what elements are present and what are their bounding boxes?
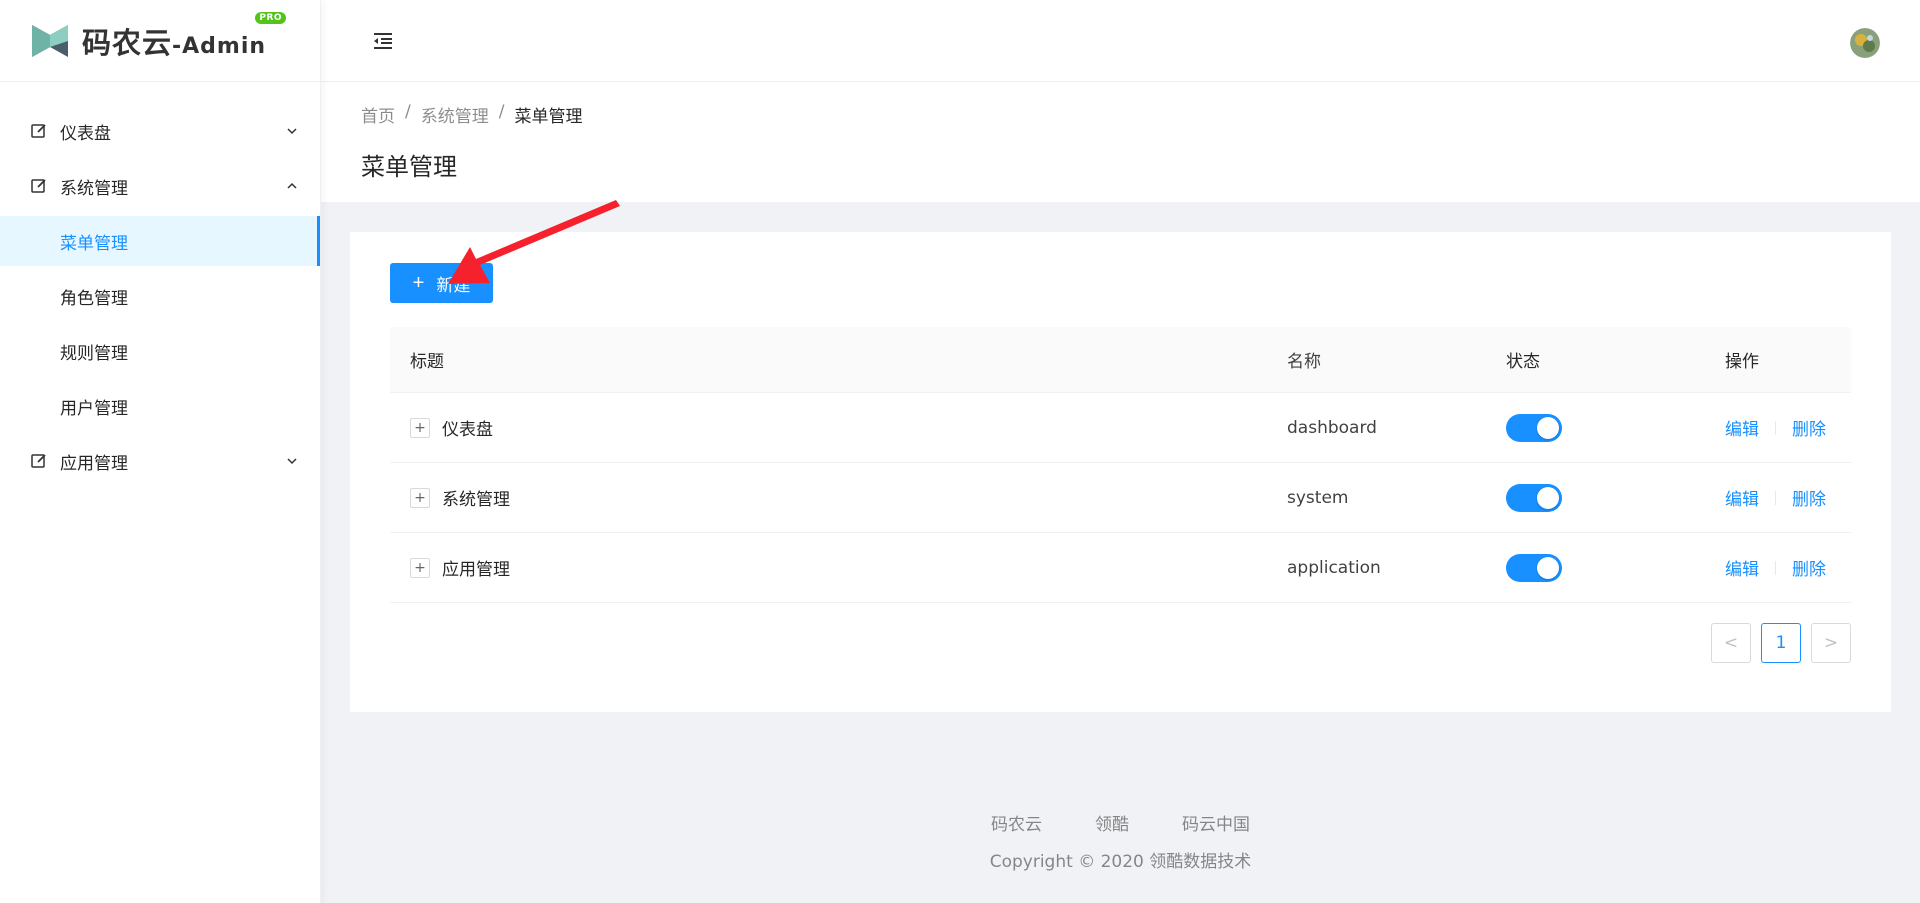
sidebar-item-menu-management[interactable]: 菜单管理 bbox=[0, 216, 320, 266]
prev-page-button[interactable]: < bbox=[1711, 623, 1751, 663]
menu-table: 标题 名称 状态 操作 + 仪表盘 dashboard 编辑 删除 + 系统管理… bbox=[390, 327, 1851, 603]
cell-title: + 应用管理 bbox=[390, 555, 1270, 580]
logo-icon bbox=[32, 24, 68, 57]
breadcrumb-separator: / bbox=[498, 102, 505, 122]
sidebar-submenu-system: 菜单管理 角色管理 规则管理 用户管理 bbox=[0, 216, 320, 431]
edit-link[interactable]: 编辑 bbox=[1725, 415, 1759, 440]
footer-link[interactable]: 码云中国 bbox=[1182, 810, 1250, 835]
breadcrumb-current: 菜单管理 bbox=[514, 107, 583, 127]
column-header-action: 操作 bbox=[1725, 352, 1759, 372]
new-button-label: 新建 bbox=[436, 275, 471, 295]
delete-link[interactable]: 删除 bbox=[1792, 415, 1826, 440]
expand-row-icon[interactable]: + bbox=[410, 557, 430, 578]
page-number-button[interactable]: 1 bbox=[1761, 623, 1801, 663]
action-divider bbox=[1775, 560, 1776, 575]
cell-name: system bbox=[1287, 487, 1349, 508]
avatar-image bbox=[1850, 28, 1880, 58]
row-title: 系统管理 bbox=[442, 490, 510, 510]
menu-fold-icon[interactable] bbox=[371, 29, 395, 53]
footer: 码农云 领酷 码云中国 Copyright © 2020 领酷数据技术 bbox=[321, 810, 1920, 872]
edit-icon bbox=[31, 454, 46, 468]
cell-status bbox=[1489, 413, 1708, 442]
table-row: + 系统管理 system 编辑 删除 bbox=[390, 463, 1851, 533]
edit-icon bbox=[31, 179, 46, 193]
pro-badge: PRO bbox=[255, 11, 287, 24]
sidebar-item-label: 应用管理 bbox=[60, 453, 128, 474]
footer-link[interactable]: 码农云 bbox=[991, 810, 1042, 835]
breadcrumb-separator: / bbox=[405, 102, 411, 122]
cell-title: + 仪表盘 bbox=[390, 415, 1270, 440]
content-card: + 新建 标题 名称 状态 操作 + 仪表盘 dashboard 编辑 删除 + bbox=[350, 232, 1891, 712]
avatar[interactable] bbox=[1850, 28, 1880, 58]
sidebar-item-dashboard[interactable]: 仪表盘 bbox=[0, 106, 320, 156]
logo[interactable]: 码农云-Admin PRO bbox=[0, 0, 320, 82]
page-header: 首页 / 系统管理 / 菜单管理 菜单管理 bbox=[321, 82, 1920, 202]
breadcrumb: 首页 / 系统管理 / 菜单管理 bbox=[361, 102, 1880, 127]
cell-action: 编辑 删除 bbox=[1708, 555, 1851, 580]
status-switch[interactable] bbox=[1506, 413, 1562, 442]
sidebar-item-label: 菜单管理 bbox=[60, 233, 128, 254]
status-switch[interactable] bbox=[1506, 483, 1562, 512]
row-title: 仪表盘 bbox=[442, 420, 493, 440]
row-title: 应用管理 bbox=[442, 560, 510, 580]
sidebar-item-label: 规则管理 bbox=[60, 343, 128, 364]
table-row: + 应用管理 application 编辑 删除 bbox=[390, 533, 1851, 603]
sidebar-menu: 仪表盘 系统管理 菜单管理 角色管理 规则管理 用户管理 应用管理 bbox=[0, 82, 320, 486]
chevron-down-icon bbox=[287, 458, 297, 465]
breadcrumb-parent[interactable]: 系统管理 bbox=[421, 102, 489, 127]
next-page-button[interactable]: > bbox=[1811, 623, 1851, 663]
cell-name: application bbox=[1287, 557, 1381, 578]
page-title: 菜单管理 bbox=[361, 153, 457, 181]
delete-link[interactable]: 删除 bbox=[1792, 555, 1826, 580]
status-switch[interactable] bbox=[1506, 553, 1562, 582]
sidebar-item-application[interactable]: 应用管理 bbox=[0, 436, 320, 486]
cell-status bbox=[1489, 553, 1708, 582]
edit-link[interactable]: 编辑 bbox=[1725, 555, 1759, 580]
action-divider bbox=[1775, 490, 1776, 505]
expand-row-icon[interactable]: + bbox=[410, 487, 430, 508]
column-header-status: 状态 bbox=[1506, 352, 1540, 372]
edit-icon bbox=[31, 124, 46, 138]
column-header-name: 名称 bbox=[1287, 352, 1321, 372]
edit-link[interactable]: 编辑 bbox=[1725, 485, 1759, 510]
footer-links: 码农云 领酷 码云中国 bbox=[321, 810, 1920, 835]
delete-link[interactable]: 删除 bbox=[1792, 485, 1826, 510]
cell-name: dashboard bbox=[1287, 417, 1377, 438]
sidebar-item-label: 角色管理 bbox=[60, 288, 128, 309]
table-row: + 仪表盘 dashboard 编辑 删除 bbox=[390, 393, 1851, 463]
chevron-up-icon bbox=[287, 182, 297, 189]
pagination: < 1 > bbox=[1711, 623, 1851, 663]
top-header bbox=[321, 0, 1920, 82]
new-button[interactable]: + 新建 bbox=[390, 263, 493, 303]
cell-action: 编辑 删除 bbox=[1708, 415, 1851, 440]
sidebar-item-role-management[interactable]: 角色管理 bbox=[0, 271, 320, 321]
sidebar-item-label: 系统管理 bbox=[60, 178, 128, 199]
action-divider bbox=[1775, 420, 1776, 435]
column-header-title: 标题 bbox=[410, 352, 444, 372]
sidebar: 码农云-Admin PRO 仪表盘 系统管理 菜单管理 角色管理 规则管理 用户… bbox=[0, 0, 321, 903]
expand-row-icon[interactable]: + bbox=[410, 417, 430, 438]
sidebar-item-user-management[interactable]: 用户管理 bbox=[0, 381, 320, 431]
cell-status bbox=[1489, 483, 1708, 512]
chevron-down-icon bbox=[287, 128, 297, 135]
cell-action: 编辑 删除 bbox=[1708, 485, 1851, 510]
sidebar-item-system[interactable]: 系统管理 bbox=[0, 161, 320, 211]
breadcrumb-home[interactable]: 首页 bbox=[361, 102, 395, 127]
sidebar-item-rule-management[interactable]: 规则管理 bbox=[0, 326, 320, 376]
sidebar-item-label: 仪表盘 bbox=[60, 123, 111, 144]
table-header: 标题 名称 状态 操作 bbox=[390, 327, 1851, 393]
logo-text: 码农云-Admin PRO bbox=[82, 11, 287, 62]
sidebar-item-label: 用户管理 bbox=[60, 398, 128, 419]
plus-icon: + bbox=[412, 272, 425, 294]
copyright-text: Copyright © 2020 领酷数据技术 bbox=[989, 852, 1252, 872]
cell-title: + 系统管理 bbox=[390, 485, 1270, 510]
footer-link[interactable]: 领酷 bbox=[1095, 810, 1129, 835]
